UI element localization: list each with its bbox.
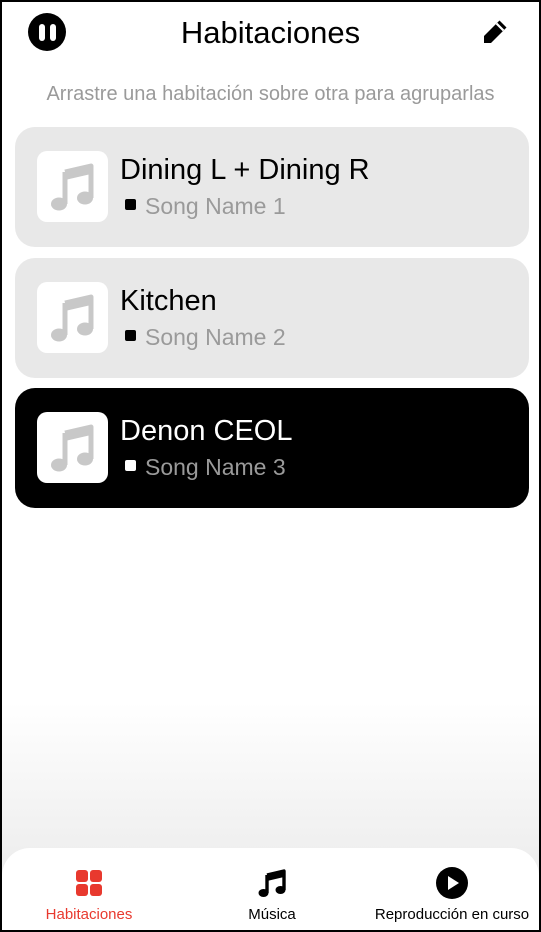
drag-hint: Arrastre una habitación sobre otra para …: [46, 83, 495, 105]
room-card-active[interactable]: Denon CEOL Song Name 3: [15, 388, 529, 508]
music-note-icon: [50, 424, 93, 471]
app-screen: Habitaciones Arrastre una habitación sob…: [0, 0, 541, 932]
play-circle-icon: [436, 867, 468, 899]
song-name: Song Name 1: [145, 193, 286, 219]
album-art: [37, 282, 108, 353]
room-card[interactable]: Dining L + Dining R Song Name 1: [15, 127, 529, 247]
album-art: [37, 412, 108, 483]
tab-musica[interactable]: Música: [222, 848, 322, 930]
status-indicator-icon: [125, 330, 136, 341]
tab-label: Música: [248, 906, 296, 923]
page-title: Habitaciones: [180, 15, 361, 50]
status-indicator-icon: [125, 460, 136, 471]
tab-label: Habitaciones: [45, 906, 133, 923]
tab-label: Reproducción en curso: [374, 906, 530, 923]
music-note-icon: [50, 163, 93, 210]
music-note-icon: [50, 294, 93, 341]
song-name: Song Name 3: [145, 454, 286, 480]
album-art: [37, 151, 108, 222]
header: Habitaciones: [2, 2, 539, 66]
room-name: Dining L + Dining R: [120, 154, 370, 186]
edit-button[interactable]: [479, 16, 511, 48]
music-note-icon: [258, 869, 286, 897]
rooms-grid-icon: [76, 870, 102, 896]
status-indicator-icon: [125, 199, 136, 210]
song-name: Song Name 2: [145, 324, 286, 350]
room-name: Denon CEOL: [120, 415, 293, 447]
tab-habitaciones[interactable]: Habitaciones: [22, 848, 156, 930]
tab-reproduccion-en-curso[interactable]: Reproducción en curso: [374, 848, 530, 930]
tab-bar: Habitaciones Música Reproducción en curs…: [2, 848, 539, 930]
room-name: Kitchen: [120, 285, 217, 317]
room-card[interactable]: Kitchen Song Name 2: [15, 258, 529, 378]
pencil-icon: [484, 20, 507, 43]
